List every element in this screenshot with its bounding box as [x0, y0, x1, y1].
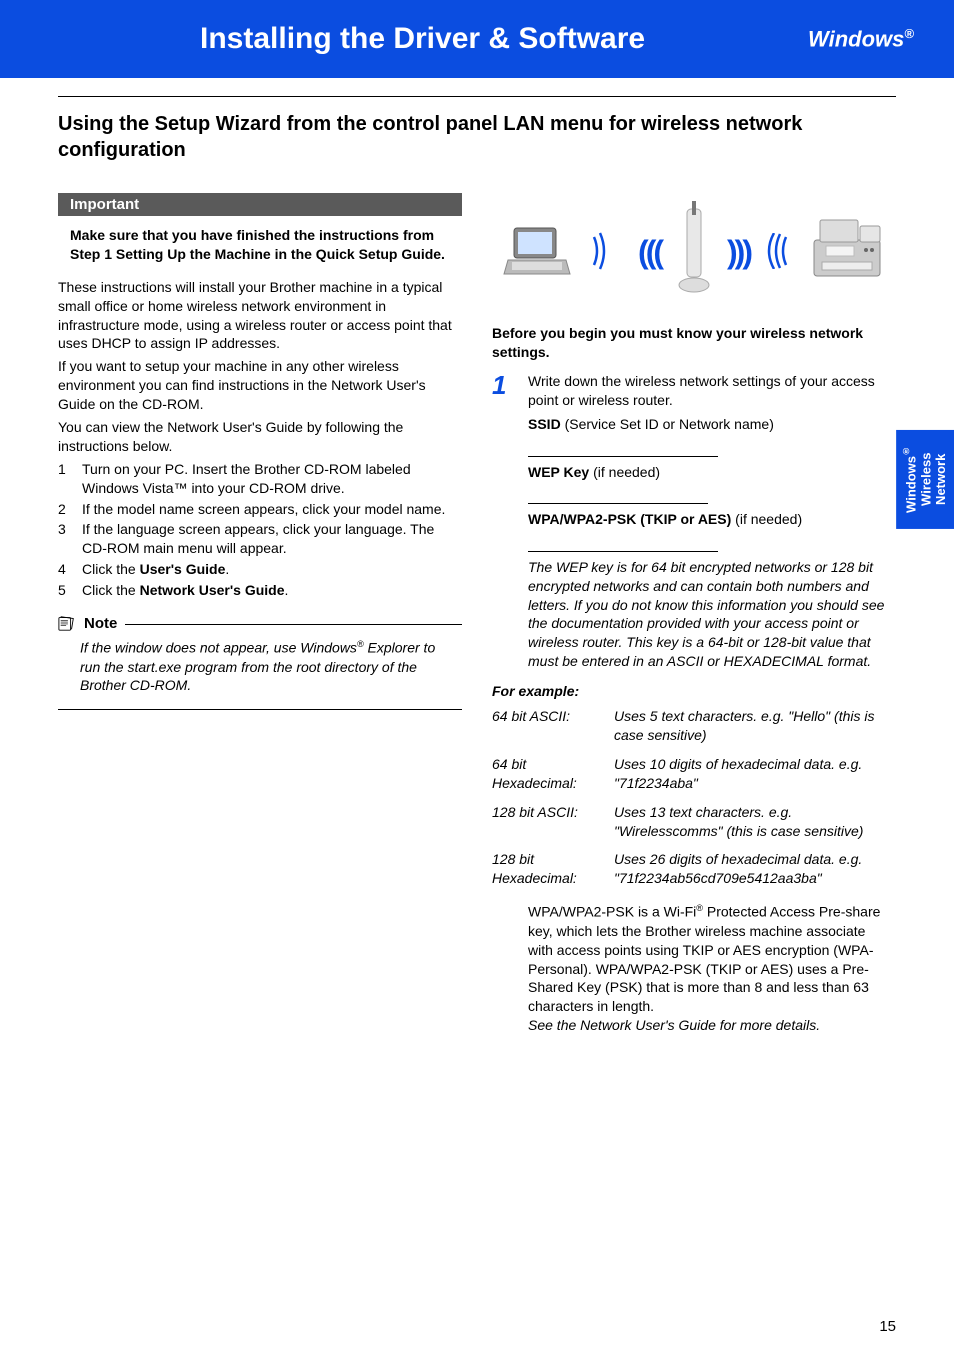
left-column: Important Make sure that you have finish… [58, 193, 462, 1035]
laptop-icon [502, 222, 572, 283]
note-body: If the window does not appear, use Windo… [58, 638, 462, 705]
network-diagram: ((( ))) [492, 201, 896, 304]
header-os: Windows® [808, 26, 914, 52]
wifi-waves-icon [588, 231, 622, 274]
router-icon [677, 201, 711, 304]
note-label: Note [84, 615, 117, 632]
page-title: Installing the Driver & Software [200, 22, 645, 56]
side-tab: Windows® Wireless Network [896, 430, 954, 529]
wpa-blank-line [528, 538, 718, 552]
step-1-body: Write down the wireless network settings… [528, 372, 896, 671]
header-bar: Installing the Driver & Software Windows… [0, 0, 954, 78]
for-example-label: For example: [492, 683, 896, 699]
right-column: ((( ))) [492, 193, 896, 1035]
wpa-paragraph: WPA/WPA2-PSK is a Wi-Fi® Protected Acces… [528, 902, 892, 1035]
wep-key-note: The WEP key is for 64 bit encrypted netw… [528, 558, 896, 671]
before-begin: Before you begin you must know your wire… [492, 324, 896, 362]
example-table: 64 bit ASCII:Uses 5 text characters. e.g… [492, 707, 896, 888]
page-number: 15 [879, 1318, 896, 1335]
wep-blank-line [528, 490, 708, 504]
step-number-1: 1 [492, 372, 514, 671]
wifi-glyph-right: ))) [727, 234, 750, 271]
important-header: Important [58, 193, 462, 216]
important-text: Make sure that you have finished the ins… [58, 216, 462, 278]
instruction-list: 1Turn on your PC. Insert the Brother CD-… [58, 460, 462, 600]
note-icon [58, 614, 76, 632]
printer-icon [808, 216, 886, 289]
intro-p1: These instructions will install your Bro… [58, 278, 462, 354]
ssid-blank-line [528, 443, 718, 457]
intro-p2: If you want to setup your machine in any… [58, 357, 462, 414]
wifi-glyph-left: ((( [638, 234, 661, 271]
wifi-waves-icon-2 [766, 233, 792, 272]
section-heading: Using the Setup Wizard from the control … [58, 111, 896, 163]
intro-p3: You can view the Network User's Guide by… [58, 418, 462, 456]
